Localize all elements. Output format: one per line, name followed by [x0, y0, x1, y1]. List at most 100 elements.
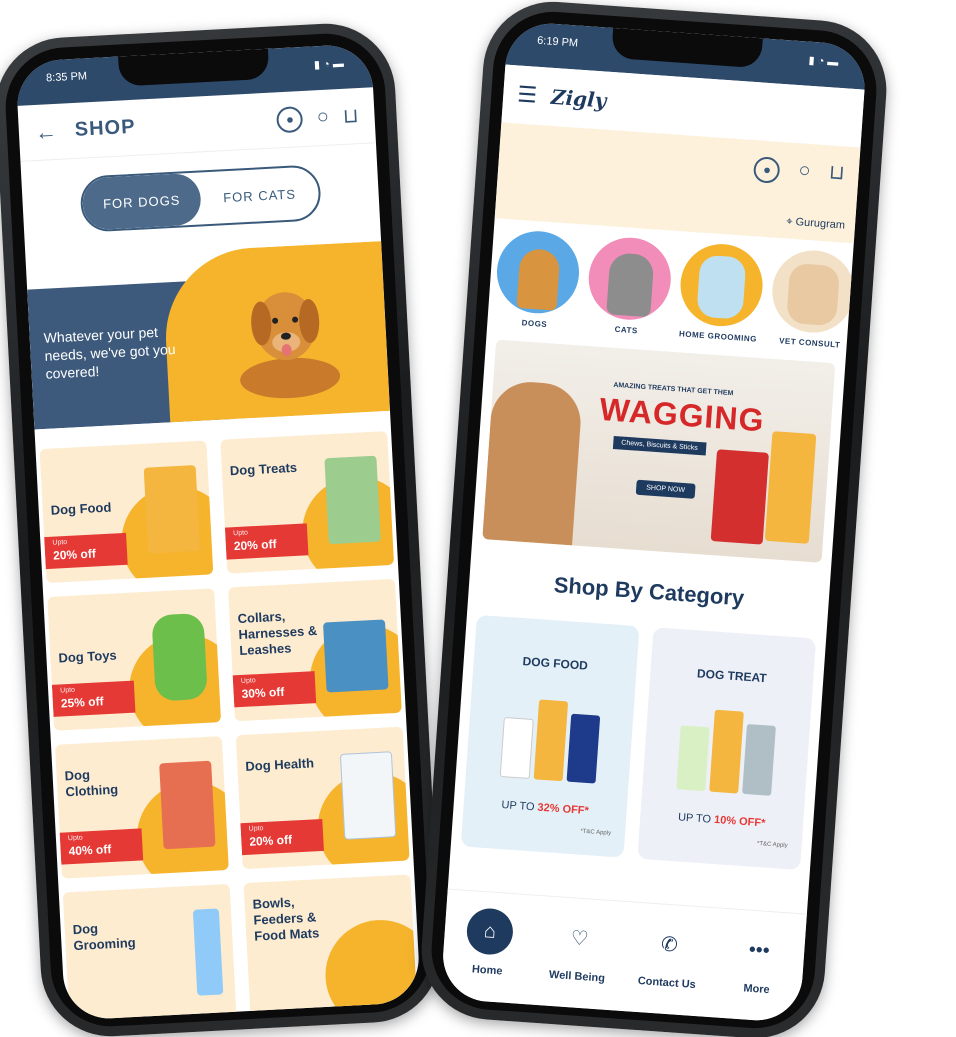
- offer-prefix: UP TO: [501, 799, 535, 814]
- header-icons: ● ○ ⊔: [739, 153, 845, 188]
- status-icons: ▮ ◔ ▬: [808, 54, 839, 69]
- offer-value: 10% OFF*: [713, 813, 766, 830]
- search-icon[interactable]: ○: [316, 106, 329, 130]
- clothing-image: [159, 760, 216, 850]
- card-tnc: *T&C Apply: [580, 828, 612, 837]
- phone-screen-shop: 8:35 PM ▮ ◔ ▬ ← SHOP ● ○ ⊔ FOR DOGS FOR …: [15, 43, 421, 1021]
- category-label: HOME GROOMING: [678, 329, 758, 344]
- banner-strip: Chews, Biscuits & Sticks: [612, 435, 707, 456]
- user-icon[interactable]: ●: [753, 155, 781, 184]
- product-pack-image: [143, 465, 201, 554]
- card-title: DOG FOOD: [522, 654, 589, 673]
- discount-value: 40% off: [68, 842, 112, 859]
- tile-bowls-feeders[interactable]: Bowls, Feeders & Food Mats: [243, 874, 418, 1017]
- tile-dog-food[interactable]: Dog Food Upto 20% off: [39, 440, 214, 584]
- tile-collars-harnesses-leashes[interactable]: Collars, Harnesses & Leashes Upto 30% off: [228, 578, 402, 722]
- tile-dog-toys[interactable]: Dog Toys Upto 25% off: [47, 588, 222, 731]
- card-title: DOG TREAT: [696, 666, 768, 686]
- cart-icon[interactable]: ⊔: [342, 103, 359, 129]
- tile-dog-treats[interactable]: Dog Treats Upto 20% off: [220, 431, 395, 574]
- discount-upto: Upto: [233, 529, 249, 538]
- discount-upto: Upto: [67, 834, 83, 843]
- toy-image: [151, 612, 208, 702]
- card-offer: UP TO 10% OFF*: [640, 809, 803, 832]
- promo-banner[interactable]: AMAZING TREATS THAT GET THEM WAGGING Che…: [482, 339, 836, 563]
- nav-label: Contact Us: [637, 975, 697, 992]
- shop-now-button[interactable]: SHOP NOW: [635, 479, 696, 499]
- dog-photo-circle: [494, 228, 582, 317]
- harness-image: [322, 619, 389, 693]
- tile-blob: [322, 917, 418, 1017]
- offer-prefix: UP TO: [677, 811, 712, 826]
- toggle-for-dogs[interactable]: FOR DOGS: [81, 172, 202, 231]
- cat-photo-circle: [586, 234, 674, 323]
- treat-pack-image: [710, 449, 769, 545]
- category-vet-consult[interactable]: VET CONSULT: [769, 247, 858, 350]
- home-icon: ⌂: [465, 907, 515, 957]
- tile-dog-clothing[interactable]: Dog Clothing Upto 40% off: [55, 736, 229, 879]
- discount-value: 30% off: [241, 684, 285, 701]
- tile-name: Dog Clothing: [64, 767, 119, 800]
- hero-banner[interactable]: Whatever your pet needs, we've got you c…: [26, 241, 390, 430]
- heart-paw-icon: ♡: [569, 926, 590, 950]
- location-selector[interactable]: ⌖ Gurugram: [786, 216, 845, 233]
- nav-well-being[interactable]: ♡ Well Being: [537, 912, 622, 985]
- product-pack-image: [324, 455, 381, 545]
- dog-photo: [482, 379, 584, 546]
- banner-headline: WAGGING: [598, 390, 766, 439]
- tile-name: Dog Food: [50, 499, 112, 518]
- status-icons: ▮ ◔ ▬: [313, 57, 345, 72]
- tile-dog-grooming[interactable]: Dog Grooming: [62, 883, 237, 1021]
- hero-tagline: Whatever your pet needs, we've got you c…: [43, 323, 176, 382]
- phone-screen-home: 6:19 PM ▮ ◔ ▬ ☰ Zigly ● ○ ⊔ ⌖ Gurugram D…: [440, 20, 868, 1024]
- nav-label: Home: [471, 963, 503, 978]
- toggle-for-cats[interactable]: FOR CATS: [199, 166, 320, 224]
- offer-value: 32% OFF*: [537, 801, 590, 818]
- status-time: 8:35 PM: [45, 70, 88, 85]
- card-offer: UP TO 32% OFF*: [463, 796, 626, 819]
- phone-icon: ✆: [660, 933, 679, 957]
- health-product-image: [339, 751, 397, 840]
- category-dogs[interactable]: DOGS: [493, 228, 582, 331]
- dog-food-packs-image: [499, 687, 601, 784]
- arrow-left-icon[interactable]: ←: [34, 118, 57, 145]
- tile-name: Dog Health: [245, 755, 315, 774]
- discount-badge: Upto 20% off: [44, 532, 128, 570]
- discount-value: 20% off: [52, 546, 97, 563]
- hamburger-icon[interactable]: ☰: [516, 81, 538, 108]
- discount-upto: Upto: [240, 677, 256, 686]
- status-time: 6:19 PM: [536, 34, 579, 50]
- user-icon[interactable]: ●: [276, 105, 304, 133]
- discount-badge: Upto 20% off: [224, 523, 309, 560]
- tile-dog-health[interactable]: Dog Health Upto 20% off: [235, 726, 410, 870]
- category-grid: Dog Food Upto 20% off Dog Treats Upto 20% …: [34, 411, 420, 1021]
- search-icon[interactable]: ○: [798, 159, 812, 182]
- pet-type-toggle: FOR DOGS FOR CATS: [79, 164, 322, 233]
- vet-photo-circle: [769, 247, 858, 336]
- phone-left: 8:35 PM ▮ ◔ ▬ ← SHOP ● ○ ⊔ FOR DOGS FOR …: [0, 20, 444, 1037]
- treat-pack-image: [764, 431, 817, 544]
- category-home-grooming[interactable]: HOME GROOMING: [677, 241, 766, 344]
- discount-badge: Upto 30% off: [232, 671, 317, 708]
- nav-more[interactable]: ••• More: [716, 925, 801, 998]
- dog-illustration: [240, 292, 341, 399]
- tile-name: Bowls, Feeders & Food Mats: [252, 894, 320, 944]
- tile-name: Dog Grooming: [72, 920, 136, 954]
- brand-logo[interactable]: Zigly: [550, 85, 607, 113]
- nav-home[interactable]: ⌂ Home: [447, 906, 532, 979]
- category-label: CATS: [614, 324, 639, 336]
- tile-name: Collars, Harnesses & Leashes: [237, 608, 318, 659]
- discount-value: 20% off: [248, 832, 293, 849]
- card-dog-food[interactable]: DOG FOOD UP TO 32% OFF* *T&C Apply: [460, 614, 640, 858]
- nav-contact-us[interactable]: ✆ Contact Us: [626, 918, 711, 991]
- card-tnc: *T&C Apply: [756, 840, 788, 850]
- tile-name: Dog Treats: [229, 459, 298, 479]
- card-dog-treat[interactable]: DOG TREAT UP TO 10% OFF* *T&C Apply: [637, 627, 817, 871]
- discount-upto: Upto: [248, 825, 264, 833]
- nav-label: Well Being: [548, 968, 606, 985]
- category-cats[interactable]: CATS: [585, 234, 674, 337]
- cart-icon[interactable]: ⊔: [828, 161, 845, 184]
- category-label: VET CONSULT: [778, 336, 841, 350]
- phone-right: 6:19 PM ▮ ◔ ▬ ☰ Zigly ● ○ ⊔ ⌖ Gurugram D…: [416, 0, 892, 1037]
- discount-upto: Upto: [52, 538, 68, 547]
